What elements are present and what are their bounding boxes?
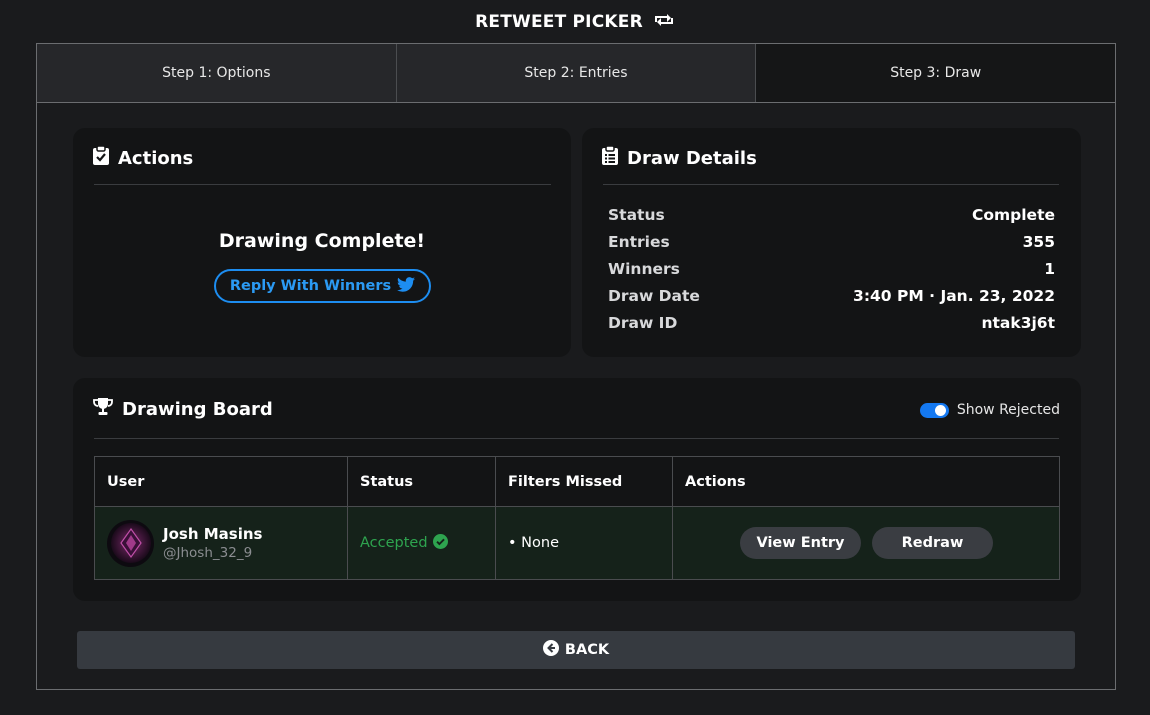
- twitter-icon: [397, 276, 416, 296]
- draw-details-header: Draw Details: [602, 145, 757, 170]
- view-entry-button[interactable]: View Entry: [740, 527, 861, 559]
- column-header-status: Status: [347, 456, 496, 507]
- status-cell: Accepted: [347, 506, 496, 580]
- avatar[interactable]: [107, 519, 154, 567]
- arrow-left-circle-icon: [542, 640, 559, 660]
- user-name[interactable]: Josh Masins: [163, 525, 262, 543]
- detail-value: 3:40 PM · Jan. 23, 2022: [853, 287, 1055, 305]
- detail-row-draw-date: Draw Date 3:40 PM · Jan. 23, 2022: [608, 286, 1055, 306]
- detail-label: Draw ID: [608, 314, 678, 332]
- actions-title: Actions: [118, 147, 194, 169]
- draw-details-card: Draw Details Status Complete Entries 355…: [582, 128, 1081, 357]
- show-rejected-toggle-group: Show Rejected: [919, 402, 1060, 418]
- check-circle-icon: [432, 533, 448, 553]
- divider: [94, 184, 551, 185]
- drawing-board-card: Drawing Board Show Rejected User Status …: [73, 378, 1081, 601]
- detail-label: Winners: [608, 260, 680, 278]
- reply-with-winners-button[interactable]: Reply With Winners: [214, 269, 431, 303]
- entries-table: User Status Filters Missed Actions Josh …: [94, 456, 1060, 580]
- drawing-board-title: Drawing Board: [122, 399, 273, 420]
- detail-label: Entries: [608, 233, 670, 251]
- divider: [94, 438, 1059, 439]
- clipboard-check-icon: [93, 145, 109, 170]
- tab-step-1[interactable]: Step 1: Options: [37, 44, 397, 102]
- user-cell: Josh Masins @Jhosh_32_9: [94, 506, 348, 580]
- detail-row-status: Status Complete: [608, 205, 1055, 225]
- show-rejected-label: Show Rejected: [956, 402, 1060, 418]
- status-badge: Accepted: [360, 533, 448, 553]
- filters-missed-cell: • None: [495, 506, 673, 580]
- column-header-actions: Actions: [672, 456, 1060, 507]
- detail-value: 355: [1022, 233, 1055, 251]
- status-text: Accepted: [360, 535, 428, 551]
- retweet-icon: [653, 12, 675, 33]
- drawing-board-header: Drawing Board: [93, 398, 273, 421]
- show-rejected-toggle[interactable]: [919, 402, 949, 418]
- main-frame: Step 1: Options Step 2: Entries Step 3: …: [36, 43, 1116, 690]
- divider: [603, 184, 1059, 185]
- actions-cell: View Entry Redraw: [672, 506, 1060, 580]
- trophy-icon: [93, 398, 113, 421]
- reply-button-label: Reply With Winners: [229, 278, 392, 294]
- detail-value: 1: [1044, 260, 1055, 278]
- app-title-text: RETWEET PICKER: [475, 12, 643, 32]
- tab-step-2[interactable]: Step 2: Entries: [396, 44, 757, 102]
- detail-label: Status: [608, 206, 665, 224]
- table-header-row: User Status Filters Missed Actions: [94, 456, 1060, 507]
- back-button-label: BACK: [564, 642, 610, 658]
- column-header-filters-missed: Filters Missed: [495, 456, 673, 507]
- detail-label: Draw Date: [608, 287, 700, 305]
- redraw-button[interactable]: Redraw: [872, 527, 993, 559]
- detail-value: Complete: [971, 206, 1055, 224]
- detail-row-winners: Winners 1: [608, 259, 1055, 279]
- drawing-complete-message: Drawing Complete!: [218, 230, 426, 252]
- detail-value: ntak3j6t: [981, 314, 1055, 332]
- column-header-user: User: [94, 456, 348, 507]
- app-title: RETWEET PICKER: [0, 10, 1150, 34]
- table-row: Josh Masins @Jhosh_32_9 Accepted • None …: [94, 506, 1060, 580]
- actions-header: Actions: [93, 145, 194, 170]
- detail-row-entries: Entries 355: [608, 232, 1055, 252]
- detail-row-draw-id: Draw ID ntak3j6t: [608, 313, 1055, 333]
- actions-card: Actions Drawing Complete! Reply With Win…: [73, 128, 571, 357]
- toggle-knob: [934, 404, 946, 416]
- tab-step-3[interactable]: Step 3: Draw: [756, 44, 1116, 102]
- user-handle[interactable]: @Jhosh_32_9: [163, 545, 262, 561]
- draw-details-title: Draw Details: [627, 147, 757, 169]
- step-tabs: Step 1: Options Step 2: Entries Step 3: …: [37, 44, 1116, 103]
- back-button[interactable]: BACK: [77, 631, 1075, 669]
- clipboard-list-icon: [602, 145, 618, 170]
